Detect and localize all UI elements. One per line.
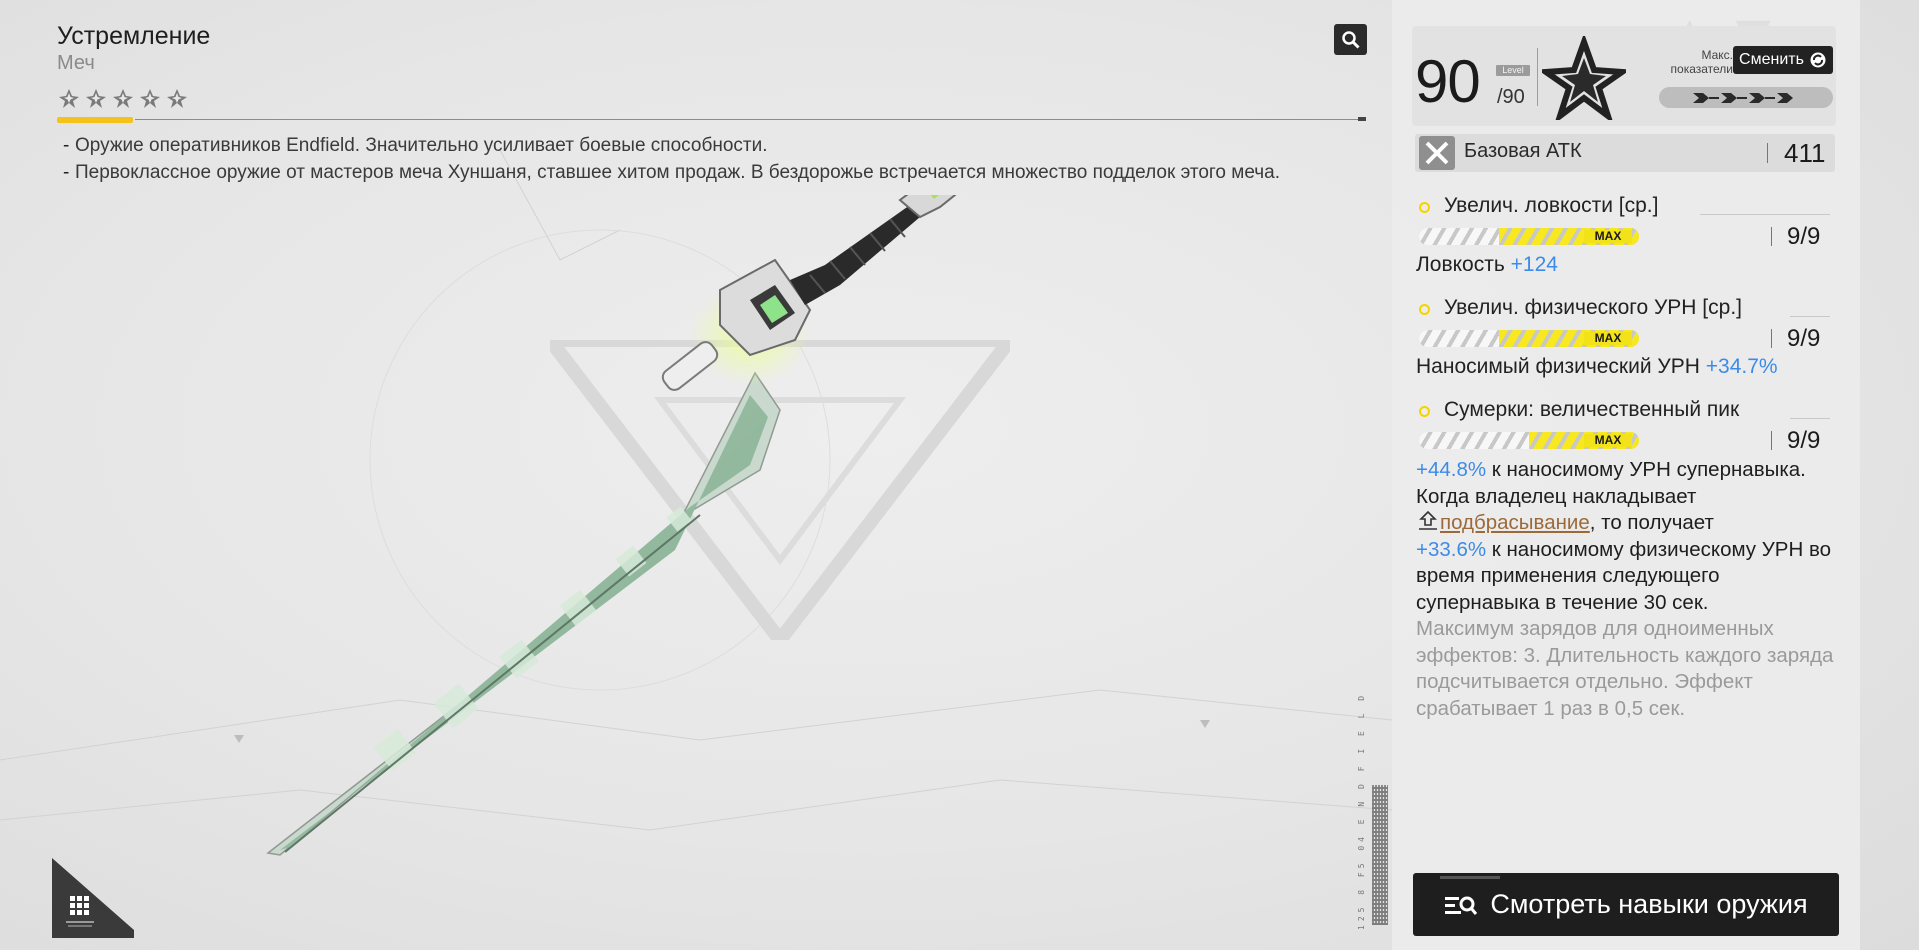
skill-1-effect-label: Ловкость [1416, 253, 1505, 276]
star-rarity-icon [86, 89, 106, 108]
header-divider [135, 119, 1365, 120]
weapon-model [266, 195, 957, 856]
skill-2-max-badge: MAX [1584, 332, 1632, 345]
skill-3-max-badge: MAX [1584, 434, 1632, 447]
grid-icon [70, 896, 89, 915]
base-atk-divider [1767, 143, 1768, 163]
skill-3-muted-note: Максимум зарядов для одноименных эффекто… [1416, 617, 1834, 720]
level-value: 90 [1415, 48, 1481, 115]
skill-3-text-2: Когда владелец накладывает [1416, 484, 1697, 508]
skill-1-effect: Ловкость +124 [1416, 253, 1558, 277]
skill-2-divider [1771, 329, 1772, 348]
star-rarity-icon [140, 89, 160, 108]
view-weapon-skills-button[interactable]: Смотреть навыки оружия [1413, 873, 1839, 936]
max-stats-label-line-1: Макс. [1701, 48, 1733, 62]
base-atk-label: Базовая АТК [1464, 140, 1582, 162]
upgrade-progress [1659, 87, 1833, 108]
skill-2-name: Увелич. физического УРН [ср.] [1444, 296, 1742, 319]
rarity-bar [57, 117, 133, 123]
skill-3-bar: MAX [1419, 432, 1639, 449]
level-divider [1537, 48, 1538, 106]
skill-1-bar: MAX [1419, 228, 1639, 245]
skills-list-icon [1445, 896, 1478, 915]
max-stats-label: Макс. показатели [1651, 48, 1733, 76]
description-line-1: Оружие оперативников Endfield. Значитель… [63, 133, 1283, 158]
view-button-accent [1440, 876, 1500, 879]
skill-dot [1419, 304, 1430, 315]
skill-2-bar: MAX [1419, 330, 1639, 347]
skill-1-max-badge: MAX [1584, 230, 1632, 243]
skill-3-divider [1771, 431, 1772, 450]
weapon-description: Оружие оперативников Endfield. Значитель… [63, 133, 1283, 187]
refresh-icon [1810, 52, 1826, 68]
skill-2-effect-value: +34.7% [1705, 355, 1778, 378]
switch-button-label: Сменить [1739, 51, 1804, 68]
skill-3-value-1: +44.8% [1416, 458, 1487, 481]
level-tag: Level [1496, 65, 1530, 76]
weapon-name: Устремление [57, 22, 211, 50]
skill-3-count: 9/9 [1787, 427, 1821, 454]
star-rarity-icon [113, 89, 133, 108]
view-weapon-skills-label: Смотреть навыки оружия [1490, 889, 1808, 919]
skill-3-text-1: к наносимому УРН суперн­авыка. [1486, 458, 1806, 481]
skill-2-count: 9/9 [1787, 325, 1821, 352]
skill-1-divider [1771, 227, 1772, 246]
skill-1-name: Увелич. ловкости [ср.] [1444, 194, 1659, 217]
skill-2-effect-label: Наносимый физический УРН [1416, 355, 1700, 378]
rarity-stars [58, 87, 188, 109]
description-line-2: Первоклассное оружие от мастеров меча Ху… [63, 160, 1283, 185]
switch-button[interactable]: Сменить [1733, 46, 1833, 74]
search-button[interactable] [1334, 24, 1367, 55]
skill-dot [1419, 406, 1430, 417]
base-atk-value: 411 [1784, 138, 1826, 168]
menu-badge[interactable] [50, 858, 134, 938]
level-max: /90 [1497, 86, 1525, 108]
skill-3-name: Сумерки: величественный пик [1444, 398, 1740, 421]
launch-status-link[interactable]: подбрасывание [1440, 511, 1590, 534]
skill-2-effect: Наносимый физический УРН +34.7% [1416, 355, 1778, 379]
star-rarity-icon [167, 89, 187, 108]
weapon-type: Меч [57, 52, 95, 74]
header-divider-end [1358, 117, 1366, 121]
skill-3-value-2: +33.6% [1416, 537, 1487, 561]
crossed-swords-icon [1419, 136, 1455, 170]
skill-2-line [1790, 316, 1830, 317]
pentagram-emblem-icon [1542, 36, 1626, 120]
skill-1-effect-value: +124 [1510, 253, 1558, 276]
barcode-decoration [1372, 785, 1388, 925]
chevron-progress-icon [1693, 92, 1793, 103]
skill-3-text-3: , то получает [1589, 511, 1714, 534]
max-stats-label-line-2: показатели [1670, 62, 1733, 76]
skill-1-count: 9/9 [1787, 223, 1821, 250]
skill-1-line [1700, 214, 1830, 215]
search-icon [1341, 30, 1360, 49]
skill-3-line [1790, 418, 1830, 419]
skill-dot [1419, 202, 1430, 213]
launch-icon [1419, 510, 1437, 530]
star-rarity-icon [59, 89, 79, 108]
skill-3-effect: +44.8% к наносимому УРН суперн­авыка. Ко… [1416, 457, 1836, 722]
